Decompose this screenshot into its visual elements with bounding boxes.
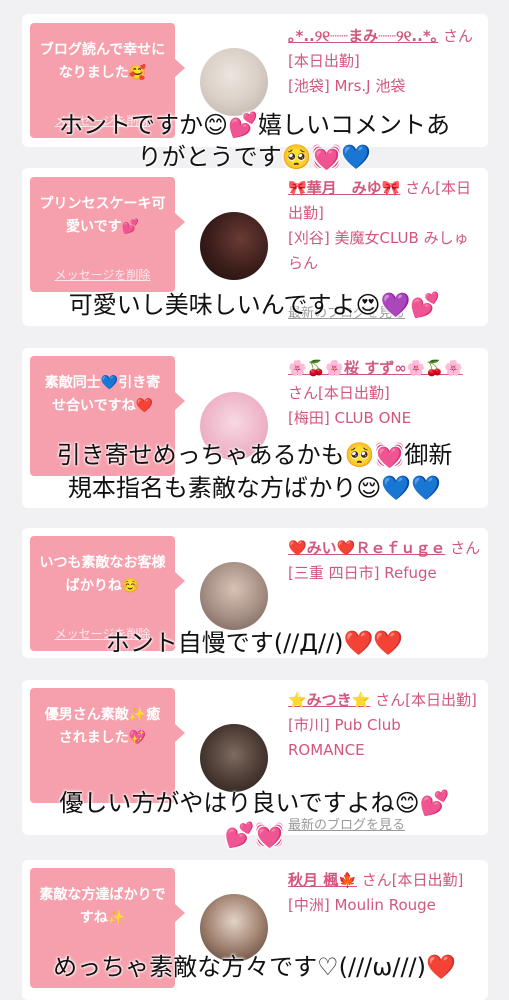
girl-name-link[interactable]: ⭐️みつき⭐️: [288, 691, 370, 709]
caption-line: 可愛いし美味しいんですよ😍💜💕: [68, 291, 441, 319]
caption-line: 規本指名も素敵な方ばかり😌💙💙: [67, 474, 442, 502]
message-bubble: 優男さん素敵✨癒されました💖: [30, 688, 185, 803]
message-text: 優男さん素敵✨癒されました💖: [44, 707, 161, 746]
avatar[interactable]: [200, 562, 268, 630]
caption-line: 引き寄せめっちゃあるかも🥺💓御新: [56, 441, 453, 469]
girl-info: 秋月 楓🍁 さん[本日出勤] [中洲] Moulin Rouge: [288, 868, 482, 918]
girl-info: 🌸🍒🌸桜 すず∞🌸🍒🌸 さん[本日出勤] [梅田] CLUB ONE: [288, 356, 482, 431]
girl-status: さん[本日出勤]: [375, 691, 477, 709]
caption-line: りがとうです🥺💓💙: [137, 143, 372, 171]
caption-line: ホントですか😊💕嬉しいコメントあ: [59, 111, 450, 139]
delete-message-link[interactable]: メッセージを削除: [30, 266, 175, 283]
avatar[interactable]: [200, 724, 268, 792]
girl-name-link[interactable]: ｡*..୨୧┈┈まみ┈┈୨୧..*｡: [288, 27, 438, 45]
shop-name: [梅田] CLUB ONE: [288, 409, 412, 427]
shop-name: [刈谷] 美魔女CLUB みしゅらん: [288, 229, 469, 272]
caption-line: めっちゃ素敵な方々です♡(///ω///)❤️: [53, 953, 456, 981]
avatar[interactable]: [200, 48, 268, 116]
message-bubble: プリンセスケーキ可愛いです💕 メッセージを削除: [30, 177, 185, 292]
girl-name-link[interactable]: 🎀華月 みゆ🎀: [288, 179, 400, 197]
message-text: 素敵同士💙引き寄せ合いですね❤️: [44, 375, 161, 414]
girl-name-link[interactable]: 秋月 楓🍁: [288, 871, 357, 889]
girl-info: ⭐️みつき⭐️ さん[本日出勤] [市川] Pub Club ROMANCE 最…: [288, 688, 482, 833]
shop-name: [池袋] Mrs.J 池袋: [288, 77, 406, 95]
girl-status: さん: [450, 539, 481, 557]
girl-info: 🎀華月 みゆ🎀 さん[本日出勤] [刈谷] 美魔女CLUB みしゅらん 最新のブ…: [288, 176, 482, 321]
girl-info: ｡*..୨୧┈┈まみ┈┈୨୧..*｡ さん[本日出勤] [池袋] Mrs.J 池…: [288, 24, 482, 99]
girl-name-link[interactable]: 🌸🍒🌸桜 すず∞🌸🍒🌸: [288, 359, 463, 377]
caption-line: 💕💓: [224, 821, 285, 849]
caption-line: 優しい方がやはり良いですよね😊💕: [59, 789, 450, 817]
message-text: いつも素敵なお客様ばかりね☺️: [39, 555, 166, 594]
girl-status: さん[本日出勤]: [288, 384, 390, 402]
girl-info: ❤️みい❤️Ｒｅｆｕｇｅ さん [三重 四日市] Refuge: [288, 536, 482, 586]
shop-name: [三重 四日市] Refuge: [288, 564, 437, 582]
girl-name-link[interactable]: ❤️みい❤️Ｒｅｆｕｇｅ: [288, 539, 445, 557]
message-text: 素敵な方達ばかりですね✨: [39, 887, 166, 926]
shop-name: [中洲] Moulin Rouge: [288, 896, 436, 914]
message-text: ブログ読んで幸せになりました🥰: [39, 42, 166, 81]
message-text: プリンセスケーキ可愛いです💕: [39, 196, 166, 235]
caption-line: ホント自慢です(//Д//)❤️❤️: [105, 629, 404, 657]
avatar[interactable]: [200, 212, 268, 280]
shop-name: [市川] Pub Club ROMANCE: [288, 716, 401, 759]
girl-status: さん[本日出勤]: [361, 871, 464, 889]
